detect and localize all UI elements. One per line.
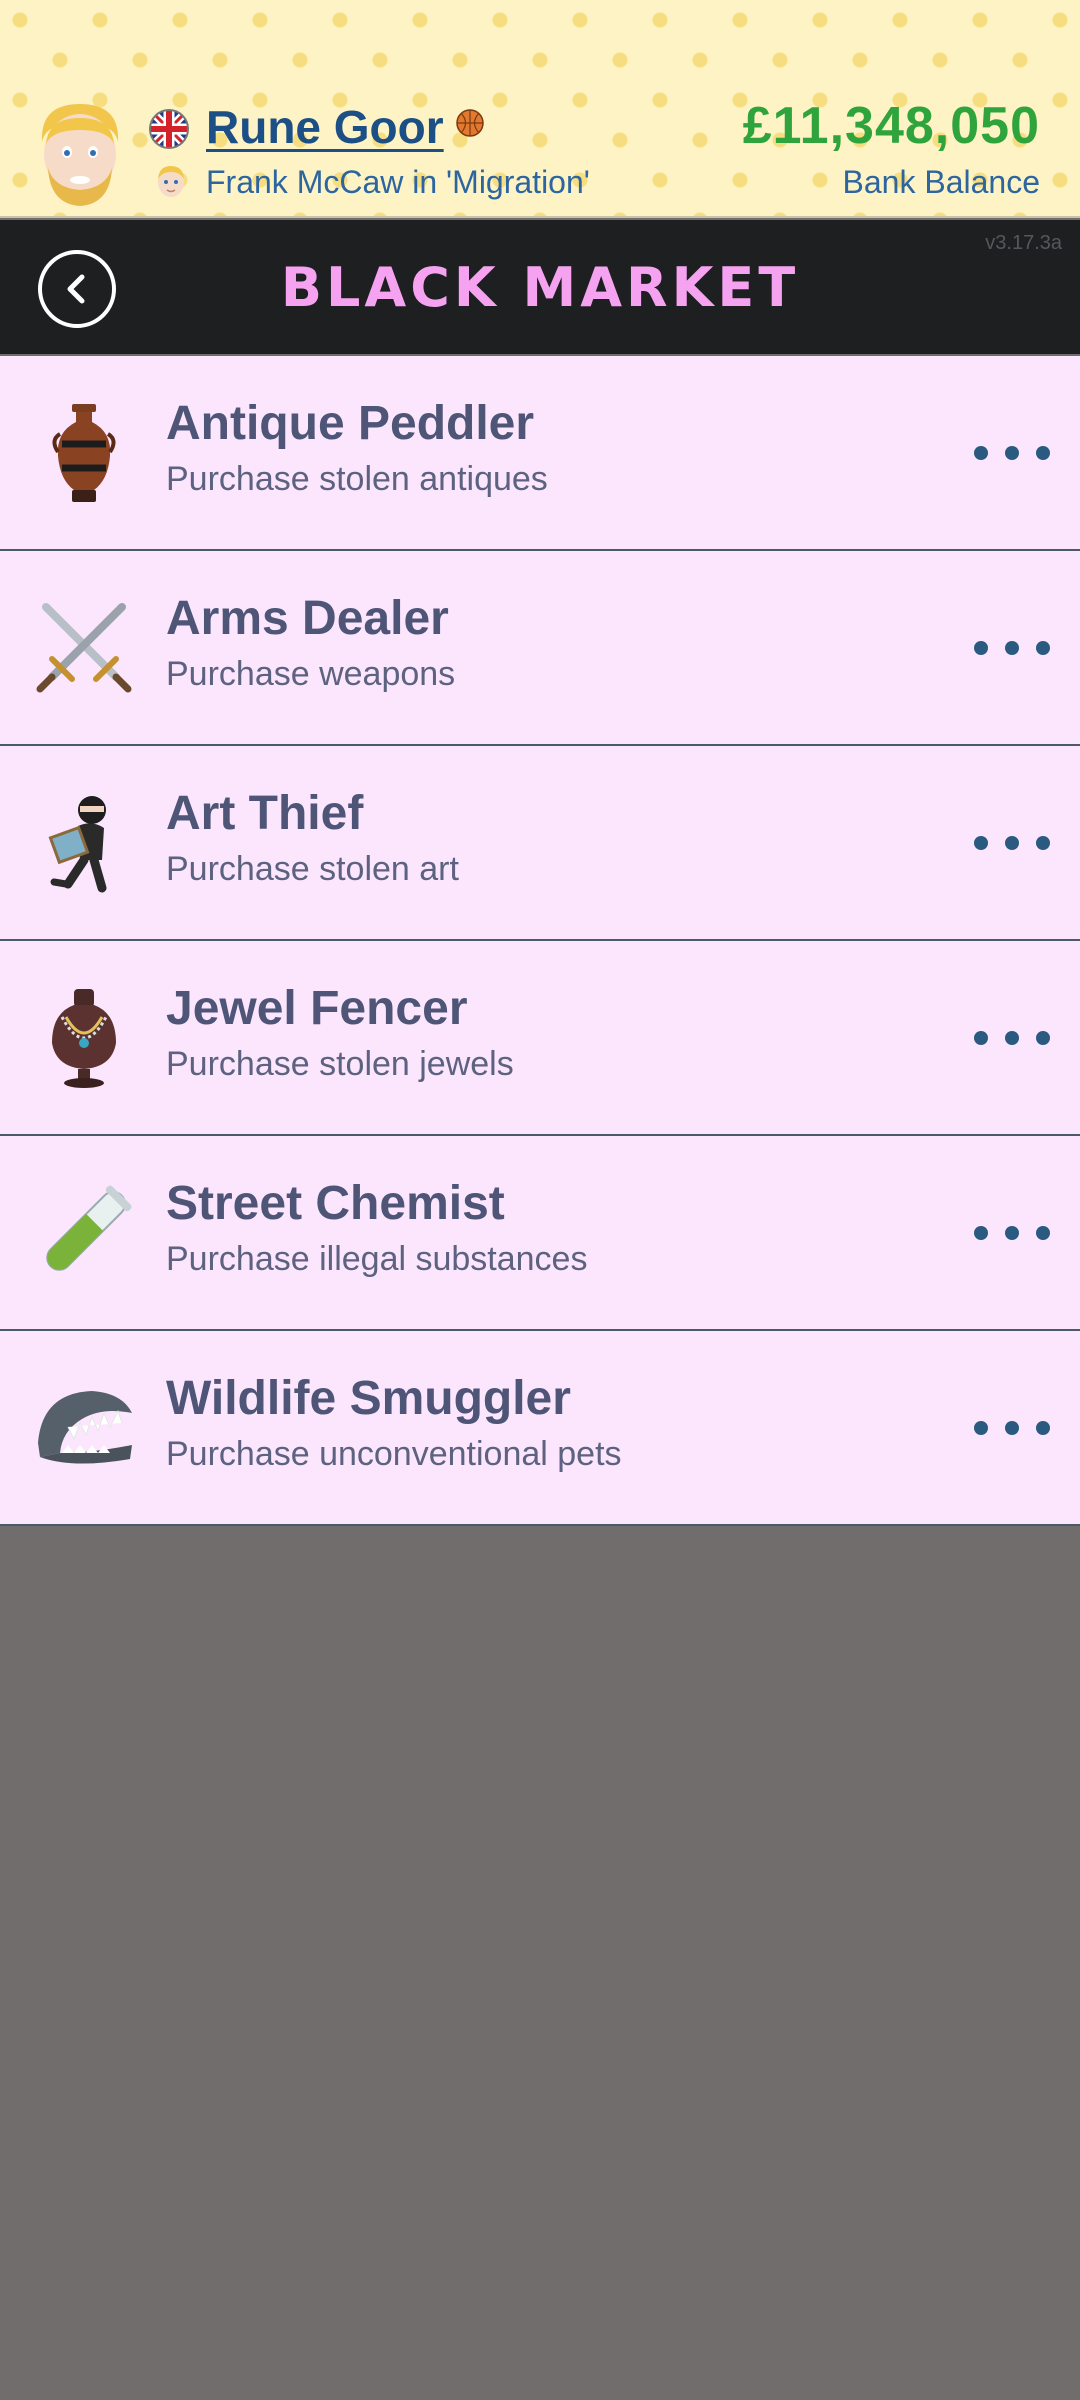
list-item-art-thief[interactable]: Art Thief Purchase stolen art [0, 746, 1080, 941]
ellipsis-icon [1036, 446, 1050, 460]
more-options-button[interactable] [974, 627, 1050, 669]
more-options-button[interactable] [974, 822, 1050, 864]
item-title: Arms Dealer [166, 592, 449, 645]
item-subtitle: Purchase illegal substances [166, 1240, 588, 1278]
more-options-button[interactable] [974, 1212, 1050, 1254]
list-item-arms-dealer[interactable]: Arms Dealer Purchase weapons [0, 551, 1080, 746]
ellipsis-icon [1036, 836, 1050, 850]
necklace-icon [52, 989, 116, 1088]
item-title: Antique Peddler [166, 397, 535, 450]
title-bar: Black Market v3.17.3a [0, 220, 1080, 354]
item-subtitle: Purchase weapons [166, 655, 456, 693]
basketball-icon [456, 109, 484, 137]
shark-jaw-icon [38, 1391, 132, 1464]
black-market-list: Antique Peddler Purchase stolen antiques… [0, 356, 1080, 1526]
test-tube-icon [46, 1185, 132, 1271]
item-title: Jewel Fencer [166, 982, 468, 1035]
ellipsis-icon [974, 1226, 988, 1240]
list-item-antique-peddler[interactable]: Antique Peddler Purchase stolen antiques [0, 356, 1080, 551]
ellipsis-icon [1005, 446, 1019, 460]
vase-icon [52, 404, 116, 502]
status-text: Frank McCaw in 'Migration' [206, 164, 590, 200]
avatar[interactable] [34, 98, 126, 210]
item-title: Wildlife Smuggler [166, 1372, 571, 1425]
uk-flag-icon [149, 109, 189, 149]
ellipsis-icon [1036, 641, 1050, 655]
item-subtitle: Purchase unconventional pets [166, 1435, 622, 1473]
ellipsis-icon [1005, 836, 1019, 850]
item-title: Street Chemist [166, 1177, 505, 1230]
ellipsis-icon [1036, 1421, 1050, 1435]
status-header: Rune Goor Frank McCaw in 'Migration' £11… [0, 0, 1080, 218]
bank-balance-label: Bank Balance [842, 164, 1040, 200]
ellipsis-icon [974, 1421, 988, 1435]
ellipsis-icon [1036, 1226, 1050, 1240]
list-item-street-chemist[interactable]: Street Chemist Purchase illegal substanc… [0, 1136, 1080, 1331]
player-name[interactable]: Rune Goor [206, 100, 444, 154]
list-item-jewel-fencer[interactable]: Jewel Fencer Purchase stolen jewels [0, 941, 1080, 1136]
more-options-button[interactable] [974, 1407, 1050, 1449]
ellipsis-icon [974, 641, 988, 655]
ellipsis-icon [1005, 641, 1019, 655]
item-title: Art Thief [166, 787, 364, 840]
bank-balance-amount: £11,348,050 [742, 97, 1040, 155]
page-title: Black Market [280, 256, 800, 319]
ellipsis-icon [974, 836, 988, 850]
item-subtitle: Purchase stolen antiques [166, 460, 548, 498]
ellipsis-icon [974, 446, 988, 460]
list-item-wildlife-smuggler[interactable]: Wildlife Smuggler Purchase unconventiona… [0, 1331, 1080, 1526]
child-avatar[interactable] [154, 163, 188, 199]
ellipsis-icon [1005, 1031, 1019, 1045]
more-options-button[interactable] [974, 432, 1050, 474]
item-subtitle: Purchase stolen jewels [166, 1045, 514, 1083]
ellipsis-icon [974, 1031, 988, 1045]
ellipsis-icon [1005, 1226, 1019, 1240]
ellipsis-icon [1005, 1421, 1019, 1435]
item-subtitle: Purchase stolen art [166, 850, 459, 888]
more-options-button[interactable] [974, 1017, 1050, 1059]
thief-icon [48, 796, 107, 893]
crossed-swords-icon [36, 603, 132, 693]
version-label: v3.17.3a [985, 232, 1062, 254]
ellipsis-icon [1036, 1031, 1050, 1045]
